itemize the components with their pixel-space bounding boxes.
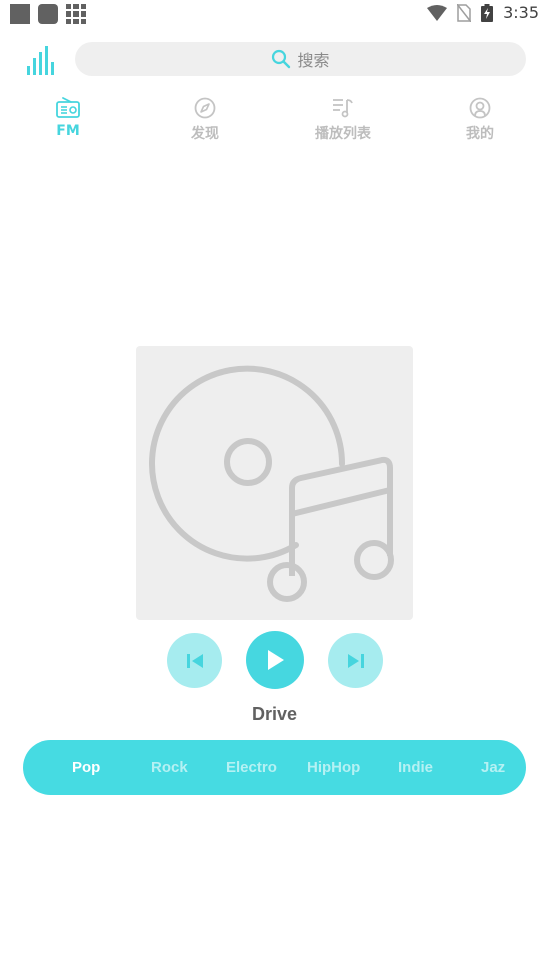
clock: 3:35 xyxy=(503,3,539,22)
tab-playlist-label: 播放列表 xyxy=(315,126,371,142)
header: 搜索 xyxy=(0,40,549,80)
battery-charging-icon xyxy=(481,3,494,22)
equalizer-icon xyxy=(27,46,54,75)
playlist-icon xyxy=(333,99,353,118)
genre-bar[interactable]: Pop Rock Electro HipHop Indie Jaz xyxy=(23,740,526,795)
status-bar: 3:35 xyxy=(0,0,549,28)
search-placeholder: 搜索 xyxy=(297,51,330,70)
genre-rock[interactable]: Rock xyxy=(151,740,188,795)
genre-electro[interactable]: Electro xyxy=(226,740,277,795)
previous-button[interactable] xyxy=(167,633,222,688)
search-icon xyxy=(272,49,291,69)
app-grid-icon xyxy=(66,4,86,24)
album-art xyxy=(136,346,413,620)
tab-mine[interactable]: 我的 xyxy=(430,96,530,143)
notification-square-icon xyxy=(10,4,30,24)
tab-discover[interactable]: 发现 xyxy=(155,96,255,143)
tab-fm[interactable]: FM xyxy=(18,96,118,139)
tab-discover-label: 发现 xyxy=(191,126,219,142)
equalizer-button[interactable] xyxy=(24,44,56,76)
play-button[interactable] xyxy=(246,631,304,689)
genre-jazz[interactable]: Jaz xyxy=(481,740,505,795)
genre-hiphop[interactable]: HipHop xyxy=(307,740,360,795)
skip-next-icon xyxy=(347,653,364,668)
notification-icons xyxy=(10,4,86,24)
skip-previous-icon xyxy=(186,653,203,668)
tab-fm-label: FM xyxy=(56,123,80,139)
radio-icon xyxy=(56,97,80,118)
compass-icon xyxy=(194,97,216,119)
wifi-icon xyxy=(427,4,448,21)
search-bar[interactable]: 搜索 xyxy=(75,42,526,76)
playback-controls xyxy=(0,631,549,689)
genre-pop[interactable]: Pop xyxy=(72,740,100,795)
music-disc-icon xyxy=(149,365,394,602)
user-icon xyxy=(469,97,491,119)
no-sim-icon xyxy=(457,3,472,22)
tab-bar: FM 发现 播放列表 我的 xyxy=(0,96,549,146)
notification-rounded-icon xyxy=(38,4,58,24)
play-icon xyxy=(268,650,284,670)
track-title: Drive xyxy=(251,704,298,724)
genre-indie[interactable]: Indie xyxy=(398,740,433,795)
tab-playlist[interactable]: 播放列表 xyxy=(293,96,393,143)
tab-mine-label: 我的 xyxy=(466,126,494,142)
next-button[interactable] xyxy=(328,633,383,688)
